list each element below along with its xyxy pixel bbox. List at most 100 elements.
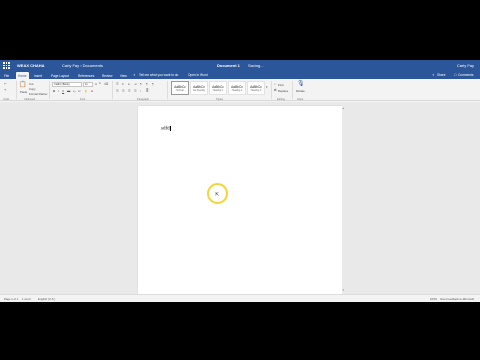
undo-group-label: Undo (3, 97, 10, 101)
paste-button[interactable]: Paste (20, 90, 27, 94)
italic-icon[interactable]: I (58, 89, 59, 93)
page-count: Page 1 of 1 (4, 297, 19, 301)
align-center-icon[interactable]: ☰ (122, 89, 125, 93)
scroll-down-icon[interactable]: ▾ (343, 288, 345, 292)
align-right-icon[interactable]: ☰ (128, 89, 131, 93)
title-bar: WEAX CHAHA Carly Fay › Documents Documen… (0, 60, 480, 71)
style-normal[interactable]: AaBbCc Normal (171, 81, 189, 95)
style-heading-2[interactable]: AaBbCc Heading 2 (228, 81, 246, 95)
style-name: Heading 2 (231, 89, 243, 92)
align-left-icon[interactable]: ☰ (116, 89, 119, 93)
rtl-icon[interactable]: ¶ (146, 82, 148, 86)
comments-button[interactable]: Comments (458, 73, 473, 77)
font-group-label: Font (80, 97, 86, 101)
bold-icon[interactable]: B (53, 89, 55, 93)
style-name: No Spacing (193, 89, 205, 92)
tab-insert[interactable]: Insert (34, 72, 42, 79)
separator (112, 81, 113, 99)
subscript-icon[interactable]: x₂ (73, 89, 76, 93)
document-canvas[interactable]: sdfd ▴ ▾ (0, 102, 480, 294)
undo-icon[interactable]: ↶ (4, 82, 7, 86)
open-in-word-link[interactable]: Open in Word (188, 73, 208, 77)
ltr-icon[interactable]: ¶ (140, 82, 142, 86)
style-no-spacing[interactable]: AaBbCc No Spacing (190, 81, 208, 95)
style-sample: AaBbCc (231, 84, 243, 89)
document-body[interactable]: sdfd (161, 126, 171, 132)
numbering-icon[interactable]: ≡ (122, 82, 124, 86)
replace-button[interactable]: Replace (278, 89, 288, 93)
style-name: Heading 3 (250, 89, 262, 92)
voice-group-label: Voice (297, 97, 304, 101)
bullets-icon[interactable]: ☰ (116, 82, 119, 86)
paragraph-group-label: Paragraph (137, 97, 150, 101)
style-heading-1[interactable]: AaBbCc Heading 1 (209, 81, 227, 95)
app-name[interactable]: WEAX CHAHA (17, 63, 45, 68)
tab-review[interactable]: Review (102, 72, 112, 79)
share-button[interactable]: Share (437, 73, 446, 77)
line-spacing-icon[interactable]: ↕ (140, 89, 142, 93)
body-text[interactable]: sdfd (161, 127, 170, 132)
share-icon: ⇪ (432, 73, 435, 77)
shrink-font-icon[interactable]: A (99, 82, 101, 85)
separator (271, 81, 272, 99)
cut-button[interactable]: Cut (29, 82, 33, 86)
tab-view[interactable]: View (120, 72, 127, 79)
tab-file[interactable]: File (4, 72, 9, 79)
find-icon[interactable]: ⌕ (274, 82, 276, 86)
ribbon-home: ↶ ↷ Undo 📋 Paste Cut Copy Format Painter… (0, 79, 480, 101)
document-page[interactable]: sdfd (138, 106, 342, 294)
clear-formatting-icon[interactable]: ⌫ (104, 82, 108, 86)
format-painter-button[interactable]: Format Painter (29, 92, 48, 96)
style-sample: AaBbCc (250, 84, 262, 89)
superscript-icon[interactable]: x² (78, 89, 81, 93)
dictate-button[interactable]: Dictate (296, 89, 305, 93)
style-name: Normal (176, 89, 184, 92)
language[interactable]: English (U.S.) (38, 297, 55, 301)
style-name: Heading 1 (212, 89, 224, 92)
feedback-link[interactable]: Give Feedback to Microsoft (440, 297, 474, 301)
word-count: 1 word (22, 297, 31, 301)
highlight-icon[interactable]: ▮ (85, 89, 87, 93)
document-title[interactable]: Document 1 (217, 63, 240, 68)
separator (16, 81, 17, 99)
redo-icon[interactable]: ↷ (4, 88, 7, 92)
underline-icon[interactable]: U (62, 89, 64, 93)
lightbulb-icon: ✦ (133, 73, 136, 77)
tab-home[interactable]: Home (16, 72, 29, 79)
styles-group-label: Styles (216, 97, 224, 101)
mouse-pointer-icon: ⇱ (215, 192, 220, 198)
decrease-indent-icon[interactable]: ⇤ (128, 82, 131, 86)
grow-font-icon[interactable]: A (95, 82, 97, 86)
user-name[interactable]: Carly Fay (457, 63, 474, 68)
word-online-window: WEAX CHAHA Carly Fay › Documents Documen… (0, 60, 480, 302)
separator (167, 81, 168, 99)
save-status: Saving... (248, 63, 264, 68)
tell-me-box[interactable]: Tell me what you want to do (139, 73, 178, 77)
editing-group-label: Editing (277, 97, 285, 101)
app-launcher-icon[interactable] (3, 62, 10, 69)
style-heading-3[interactable]: AaBbCc Heading 3 (247, 81, 265, 95)
tab-page-layout[interactable]: Page Layout (51, 72, 69, 79)
style-sample: AaBbCc (174, 84, 186, 89)
font-size-select[interactable]: 11 (83, 82, 93, 87)
font-name-select[interactable]: Calibri (Body) (52, 82, 82, 87)
breadcrumb[interactable]: Carly Fay › Documents (62, 63, 103, 68)
zoom-level[interactable]: 100% (430, 297, 437, 301)
replace-icon[interactable]: ⇄ (274, 88, 277, 92)
font-color-icon[interactable]: A (91, 89, 93, 93)
increase-indent-icon[interactable]: ⇥ (134, 82, 137, 86)
vertical-scrollbar[interactable]: ▴ ▾ (342, 106, 346, 294)
find-button[interactable]: Find (278, 83, 283, 87)
tab-references[interactable]: References (78, 72, 94, 79)
strikethrough-icon[interactable]: ab (67, 89, 70, 93)
styles-more-icon[interactable]: ▾ (266, 85, 268, 89)
scroll-up-icon[interactable]: ▴ (343, 106, 345, 110)
microphone-icon[interactable]: 🎙 (297, 80, 305, 87)
paste-icon[interactable]: 📋 (19, 81, 26, 88)
justify-icon[interactable]: ☰ (134, 89, 137, 93)
style-sample: AaBbCc (212, 84, 224, 89)
show-marks-icon[interactable]: ¶ (152, 82, 154, 86)
paragraph-options-icon[interactable]: ≣ (146, 89, 149, 93)
separator (49, 81, 50, 99)
copy-button[interactable]: Copy (29, 87, 36, 91)
